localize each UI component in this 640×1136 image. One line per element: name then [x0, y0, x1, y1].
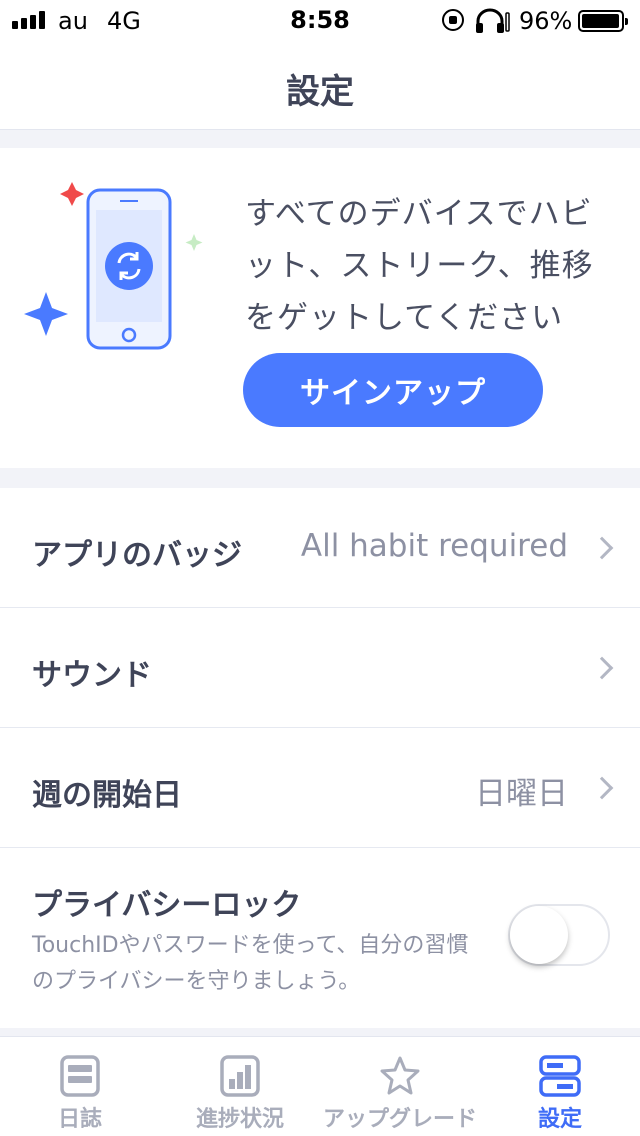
sound-label: サウンド	[32, 658, 152, 693]
tab-progress[interactable]: 進捗状況	[160, 1037, 320, 1136]
battery-icon	[578, 10, 628, 32]
privacy-lock-toggle[interactable]	[508, 904, 610, 966]
headphones-icon	[476, 8, 510, 33]
navigation-bar: 設定	[0, 42, 640, 130]
tab-bar: 日誌 進捗状況 アップグレード 設定	[0, 1036, 640, 1136]
signup-message-line: ット、ストリーク、推移	[245, 248, 594, 284]
signup-message-line: をゲットしてください	[245, 300, 564, 336]
week-start-label: 週の開始日	[32, 778, 182, 813]
tab-label: 進捗状況	[195, 1107, 284, 1132]
progress-chart-icon	[220, 1055, 260, 1097]
battery-percent: 96%	[519, 7, 573, 35]
chevron-right-icon	[590, 656, 614, 680]
privacy-lock-label: プライバシーロック	[32, 888, 302, 923]
privacy-lock-description: TouchIDやパスワードを使って、自分の習慣 のプライバシーを守りましょう。	[32, 928, 512, 1000]
tab-label: 日誌	[57, 1107, 102, 1132]
page-title: 設定	[286, 72, 354, 112]
signup-button[interactable]: サインアップ	[243, 353, 543, 427]
settings-list: アプリのバッジ All habit required サウンド 週の開始日 日曜…	[0, 488, 640, 1028]
status-bar: au 4G 8:58 96%	[0, 0, 640, 42]
privacy-desc-line: のプライバシーを守りましょう。	[32, 969, 361, 994]
tab-journal[interactable]: 日誌	[0, 1037, 160, 1136]
app-badge-row[interactable]: アプリのバッジ All habit required	[0, 488, 640, 608]
tab-label: 設定	[537, 1107, 582, 1132]
signup-message-line: すべてのデバイスでハビ	[245, 196, 593, 232]
chevron-right-icon	[590, 536, 614, 560]
week-start-row[interactable]: 週の開始日 日曜日	[0, 728, 640, 848]
privacy-desc-line: TouchIDやパスワードを使って、自分の習慣	[32, 933, 469, 958]
tab-settings[interactable]: 設定	[480, 1037, 640, 1136]
app-badge-label: アプリのバッジ	[32, 538, 242, 573]
tab-upgrade[interactable]: アップグレード	[320, 1037, 480, 1136]
star-icon	[380, 1056, 420, 1095]
settings-icon	[539, 1055, 581, 1097]
toggle-knob	[510, 906, 568, 964]
chevron-right-icon	[590, 776, 614, 800]
privacy-lock-row: プライバシーロック TouchIDやパスワードを使って、自分の習慣 のプライバシ…	[0, 848, 640, 1028]
phone-sync-icon	[24, 182, 203, 350]
journal-icon	[60, 1055, 100, 1097]
settings-screen: au 4G 8:58 96% 設定 すべてのデバイスでハビ ット、ストリーク、推…	[0, 0, 640, 1136]
signup-card: すべてのデバイスでハビ ット、ストリーク、推移 をゲットしてください サインアッ…	[0, 148, 640, 468]
week-start-value: 日曜日	[475, 776, 568, 812]
sound-row[interactable]: サウンド	[0, 608, 640, 728]
signup-message: すべてのデバイスでハビ ット、ストリーク、推移 をゲットしてください	[245, 188, 615, 344]
tab-label: アップグレード	[322, 1107, 477, 1132]
rotation-lock-icon	[442, 9, 464, 31]
app-badge-value: All habit required	[300, 528, 568, 564]
